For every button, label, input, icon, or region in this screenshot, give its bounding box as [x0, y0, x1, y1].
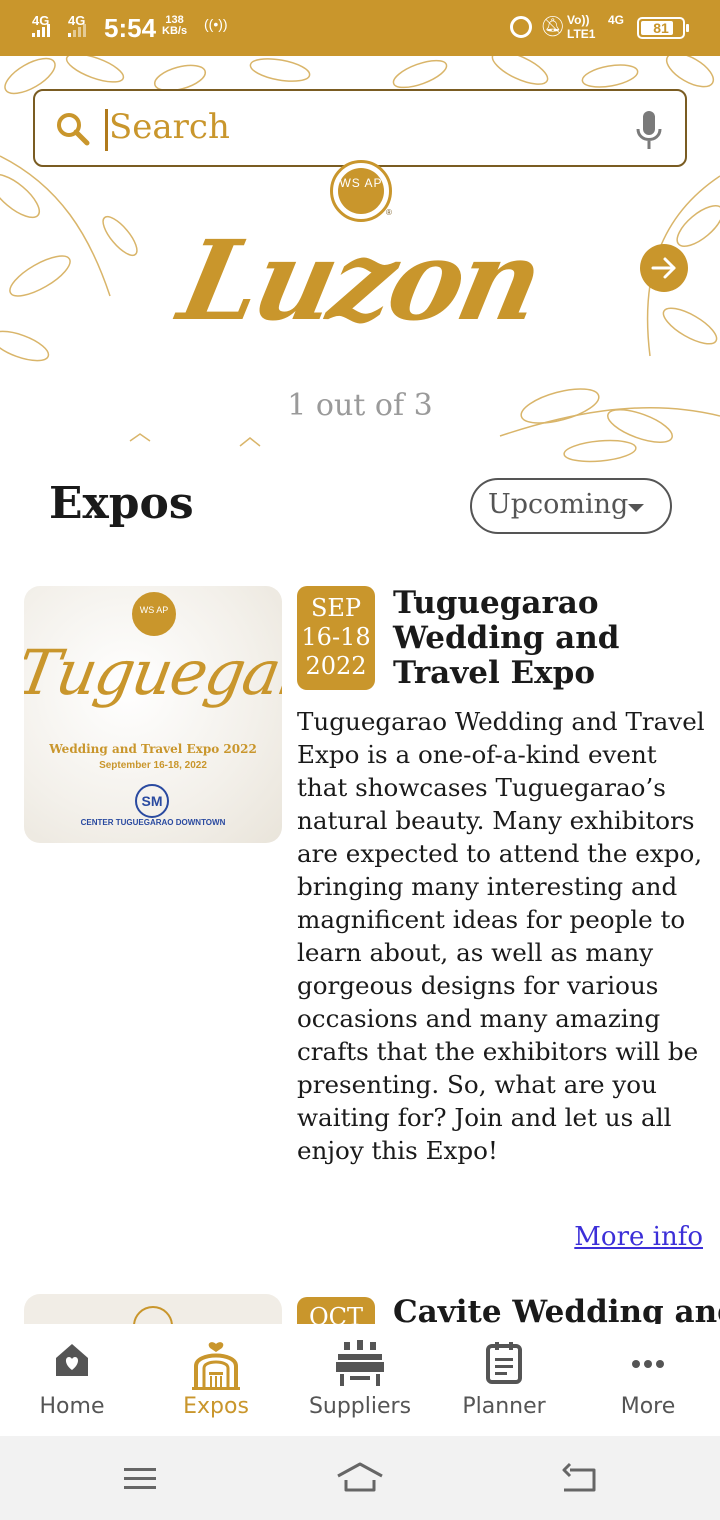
date-month: SEP: [310, 594, 362, 622]
sm-logo: SM: [135, 784, 169, 818]
nav-home[interactable]: Home: [0, 1324, 144, 1436]
caret-down-icon: [628, 504, 644, 512]
nav-more[interactable]: More: [576, 1324, 720, 1436]
expo-image-subtitle: Wedding and Travel Expo 2022: [49, 742, 257, 756]
suppliers-table-icon: [336, 1340, 384, 1386]
expo-arch-icon: [192, 1342, 240, 1390]
expo-filter-dropdown[interactable]: Upcoming: [470, 478, 672, 534]
speed-unit: KB/s: [162, 25, 188, 37]
battery-icon: 81: [637, 17, 689, 39]
search-icon: [57, 113, 90, 146]
text-cursor: [105, 109, 108, 151]
system-navigation-bar: [0, 1436, 720, 1520]
search-input[interactable]: Search: [109, 107, 230, 147]
date-month: OCT: [308, 1303, 364, 1324]
region-title: Luzon: [169, 216, 551, 345]
recent-apps-icon[interactable]: [122, 1460, 158, 1496]
alarm-icon: [510, 16, 532, 38]
home-heart-icon: [56, 1344, 88, 1376]
expo-title[interactable]: Tuguegarao Wedding and Travel Expo: [393, 586, 703, 691]
region-banner: Search WS AP ® Luzon 1 out of 3: [0, 56, 720, 476]
back-button-icon[interactable]: [560, 1460, 600, 1496]
wsap-logo-text: WS AP: [338, 168, 384, 214]
nav-planner-label: Planner: [462, 1394, 546, 1419]
section-title: Expos: [49, 478, 194, 529]
region-counter: 1 out of 3: [287, 388, 433, 423]
expo-title[interactable]: Cavite Wedding and: [393, 1294, 720, 1324]
battery-level: 81: [653, 20, 669, 36]
hotspot-icon: ((•)): [204, 16, 228, 32]
nav-expos[interactable]: Expos: [144, 1324, 288, 1436]
date-badge: OCT: [297, 1297, 375, 1324]
wsap-logo: WS AP: [132, 592, 176, 636]
nav-home-label: Home: [39, 1394, 105, 1419]
nav-planner[interactable]: Planner: [432, 1324, 576, 1436]
nav-expos-label: Expos: [183, 1394, 249, 1419]
search-bar[interactable]: Search: [33, 89, 687, 167]
signal-1-icon: [32, 24, 50, 37]
planner-note-icon: [486, 1342, 522, 1384]
nav-more-label: More: [620, 1394, 676, 1419]
expo-image-date: September 16-18, 2022: [99, 760, 207, 771]
clock: 5:54: [104, 13, 157, 43]
date-year: 2022: [305, 652, 367, 680]
signal-2-icon: [68, 24, 86, 37]
wsap-logo: WS AP: [330, 160, 392, 222]
expo-description: Tuguegarao Wedding and Travel Expo is a …: [297, 707, 705, 1165]
network-4g-label: 4G: [608, 13, 625, 27]
status-bar: 4G 4G 5:54 138 KB/s ((•)) 🔕︎ Vo)) LTE1 4…: [0, 0, 720, 56]
bottom-navigation: Home Expos Suppliers Planner More: [0, 1324, 720, 1436]
date-badge: SEP 16-18 2022: [297, 586, 375, 690]
nav-suppliers-label: Suppliers: [308, 1394, 412, 1419]
nav-suppliers[interactable]: Suppliers: [288, 1324, 432, 1436]
expo-image[interactable]: WS AP Tuguegarao Wedding and Travel Expo…: [24, 586, 282, 843]
network-speed: 138 KB/s: [162, 15, 187, 37]
expo-image-script: Tuguegarao: [24, 636, 282, 709]
more-info-link[interactable]: More info: [574, 1222, 703, 1252]
date-days: 16-18: [301, 623, 371, 651]
arrow-right-icon: [651, 257, 676, 279]
venue-logo-text: CENTER TUGUEGARAO DOWNTOWN: [80, 818, 226, 827]
filter-selected-label: Upcoming: [488, 489, 629, 520]
next-region-button[interactable]: [640, 244, 688, 292]
notifications-off-icon: 🔕︎: [540, 16, 566, 38]
expo-card-2[interactable]: OCT Cavite Wedding and: [0, 1294, 720, 1324]
home-button-icon[interactable]: [336, 1460, 384, 1496]
more-dots-icon: [632, 1360, 664, 1368]
microphone-icon[interactable]: [635, 109, 663, 151]
volte-label: Vo)) LTE1: [567, 13, 596, 41]
